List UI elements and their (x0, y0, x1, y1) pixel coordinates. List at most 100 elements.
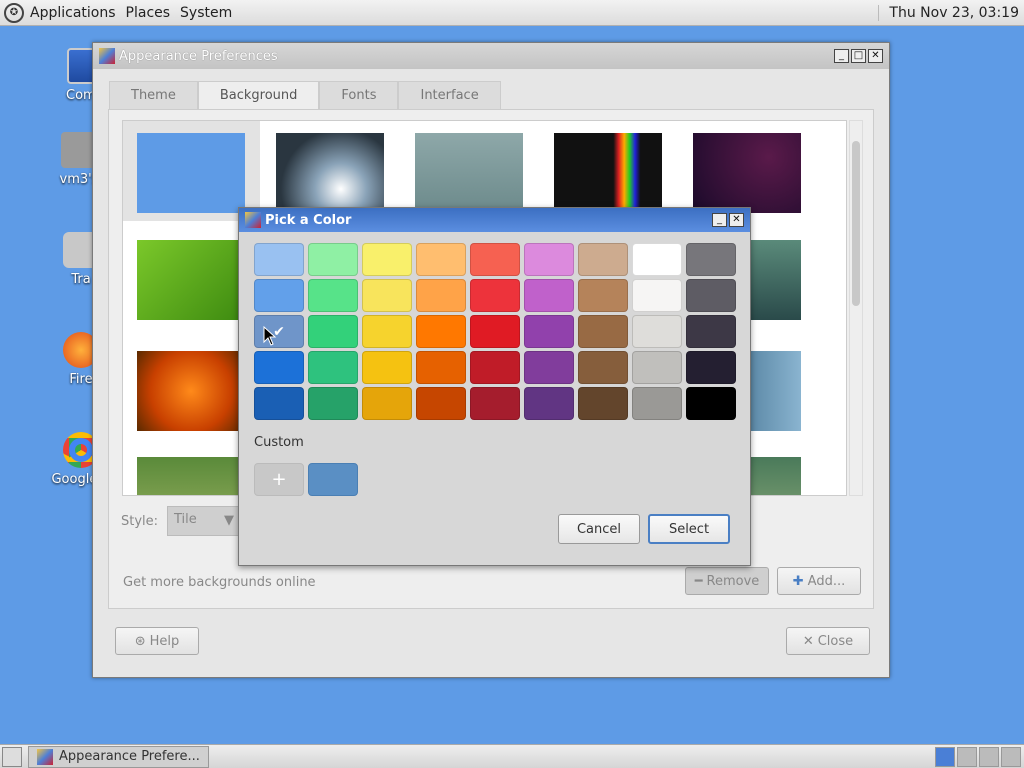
color-swatch[interactable] (362, 243, 412, 276)
background-thumb-bluebells[interactable] (137, 457, 245, 495)
gallery-scrollbar[interactable] (849, 120, 863, 496)
color-swatch[interactable] (362, 387, 412, 420)
color-swatch[interactable] (362, 315, 412, 348)
background-thumb-arch-prism[interactable] (554, 133, 662, 213)
top-panel: ✪ Applications Places System Thu Nov 23,… (0, 0, 1024, 26)
window-titlebar[interactable]: Appearance Preferences _ □ ✕ (93, 43, 889, 69)
tab-background[interactable]: Background (197, 81, 320, 109)
cancel-button[interactable]: Cancel (558, 514, 640, 544)
color-swatch[interactable] (362, 351, 412, 384)
menu-places[interactable]: Places (126, 5, 171, 21)
help-button[interactable]: ⊛ Help (115, 627, 199, 655)
menu-system[interactable]: System (180, 5, 232, 21)
color-swatch[interactable] (254, 279, 304, 312)
close-icon: ✕ (802, 633, 814, 649)
dialog-minimize-button[interactable]: _ (712, 213, 727, 227)
color-swatch[interactable] (470, 351, 520, 384)
color-swatch[interactable] (470, 279, 520, 312)
taskbar-item-appearance[interactable]: Appearance Prefere... (28, 745, 209, 768)
workspace-3[interactable] (979, 746, 999, 767)
color-swatch[interactable] (524, 243, 574, 276)
background-thumb-droplet[interactable] (276, 133, 384, 213)
custom-color-swatch[interactable] (308, 463, 358, 496)
color-swatch[interactable] (632, 315, 682, 348)
tab-theme[interactable]: Theme (109, 81, 198, 109)
workspace-switcher (935, 746, 1021, 767)
menu-applications[interactable]: Applications (30, 5, 116, 21)
tab-interface[interactable]: Interface (398, 81, 501, 109)
color-swatch[interactable] (632, 279, 682, 312)
color-swatch[interactable] (632, 351, 682, 384)
minimize-button[interactable]: _ (834, 49, 849, 63)
background-thumb-space[interactable] (693, 133, 801, 213)
color-swatch[interactable] (632, 387, 682, 420)
close-button[interactable]: ✕ Close (786, 627, 870, 655)
color-swatch[interactable] (524, 315, 574, 348)
color-swatch[interactable] (362, 279, 412, 312)
custom-label: Custom (254, 435, 304, 450)
distro-logo-icon[interactable]: ✪ (4, 2, 24, 23)
close-button-label: Close (817, 633, 854, 649)
clock[interactable]: Thu Nov 23, 03:19 (878, 4, 1019, 21)
color-swatch[interactable] (416, 387, 466, 420)
minus-icon: ━ (694, 573, 703, 589)
color-swatch[interactable] (686, 279, 736, 312)
remove-button[interactable]: ━ Remove (685, 567, 769, 595)
help-button-label: Help (149, 633, 180, 649)
color-swatch[interactable] (308, 279, 358, 312)
background-thumb-flower[interactable] (137, 351, 245, 431)
color-palette: ✔ (254, 243, 736, 420)
add-button[interactable]: ✚ Add... (777, 567, 861, 595)
color-swatch[interactable] (578, 279, 628, 312)
color-swatch[interactable] (416, 279, 466, 312)
background-thumb-solid-blue[interactable] (137, 133, 245, 213)
color-swatch[interactable] (308, 315, 358, 348)
desktop-icon-label: Fire (69, 372, 93, 387)
tab-fonts[interactable]: Fonts (319, 81, 399, 109)
dialog-titlebar[interactable]: Pick a Color _ ✕ (239, 208, 750, 232)
add-custom-color-button[interactable]: + (254, 463, 304, 496)
color-swatch[interactable] (254, 351, 304, 384)
bottom-panel: Appearance Prefere... (0, 744, 1024, 768)
color-swatch[interactable] (470, 315, 520, 348)
workspace-4[interactable] (1001, 746, 1021, 767)
color-swatch[interactable] (470, 387, 520, 420)
workspace-2[interactable] (957, 746, 977, 767)
color-swatch[interactable] (254, 243, 304, 276)
dialog-close-button[interactable]: ✕ (729, 213, 744, 227)
color-swatch[interactable] (578, 243, 628, 276)
color-swatch[interactable] (254, 387, 304, 420)
color-swatch[interactable] (308, 387, 358, 420)
color-swatch[interactable] (416, 315, 466, 348)
color-swatch[interactable] (308, 243, 358, 276)
style-combo[interactable]: Tile ▼ (167, 506, 241, 536)
color-swatch[interactable] (578, 351, 628, 384)
color-swatch[interactable] (686, 243, 736, 276)
color-swatch[interactable] (416, 351, 466, 384)
background-thumb-leaf[interactable] (137, 240, 245, 320)
color-swatch[interactable] (578, 387, 628, 420)
color-swatch[interactable] (416, 243, 466, 276)
background-thumb-teal[interactable] (415, 133, 523, 213)
color-swatch[interactable] (686, 351, 736, 384)
maximize-button[interactable]: □ (851, 49, 866, 63)
workspace-1[interactable] (935, 746, 955, 767)
color-swatch[interactable] (632, 243, 682, 276)
remove-button-label: Remove (706, 573, 760, 589)
color-swatch[interactable] (686, 387, 736, 420)
color-swatch[interactable] (470, 243, 520, 276)
color-swatch[interactable]: ✔ (254, 315, 304, 348)
close-window-button[interactable]: ✕ (868, 49, 883, 63)
color-swatch[interactable] (524, 279, 574, 312)
color-swatch[interactable] (524, 351, 574, 384)
color-swatch[interactable] (686, 315, 736, 348)
style-combo-value: Tile (174, 512, 197, 527)
color-swatch[interactable] (308, 351, 358, 384)
scrollbar-thumb[interactable] (852, 141, 860, 306)
color-swatch[interactable] (524, 387, 574, 420)
show-desktop-icon[interactable] (2, 746, 22, 767)
desktop-icon-label: Tra (71, 272, 91, 287)
online-backgrounds-link[interactable]: Get more backgrounds online (123, 575, 316, 590)
select-button[interactable]: Select (648, 514, 730, 544)
color-swatch[interactable] (578, 315, 628, 348)
